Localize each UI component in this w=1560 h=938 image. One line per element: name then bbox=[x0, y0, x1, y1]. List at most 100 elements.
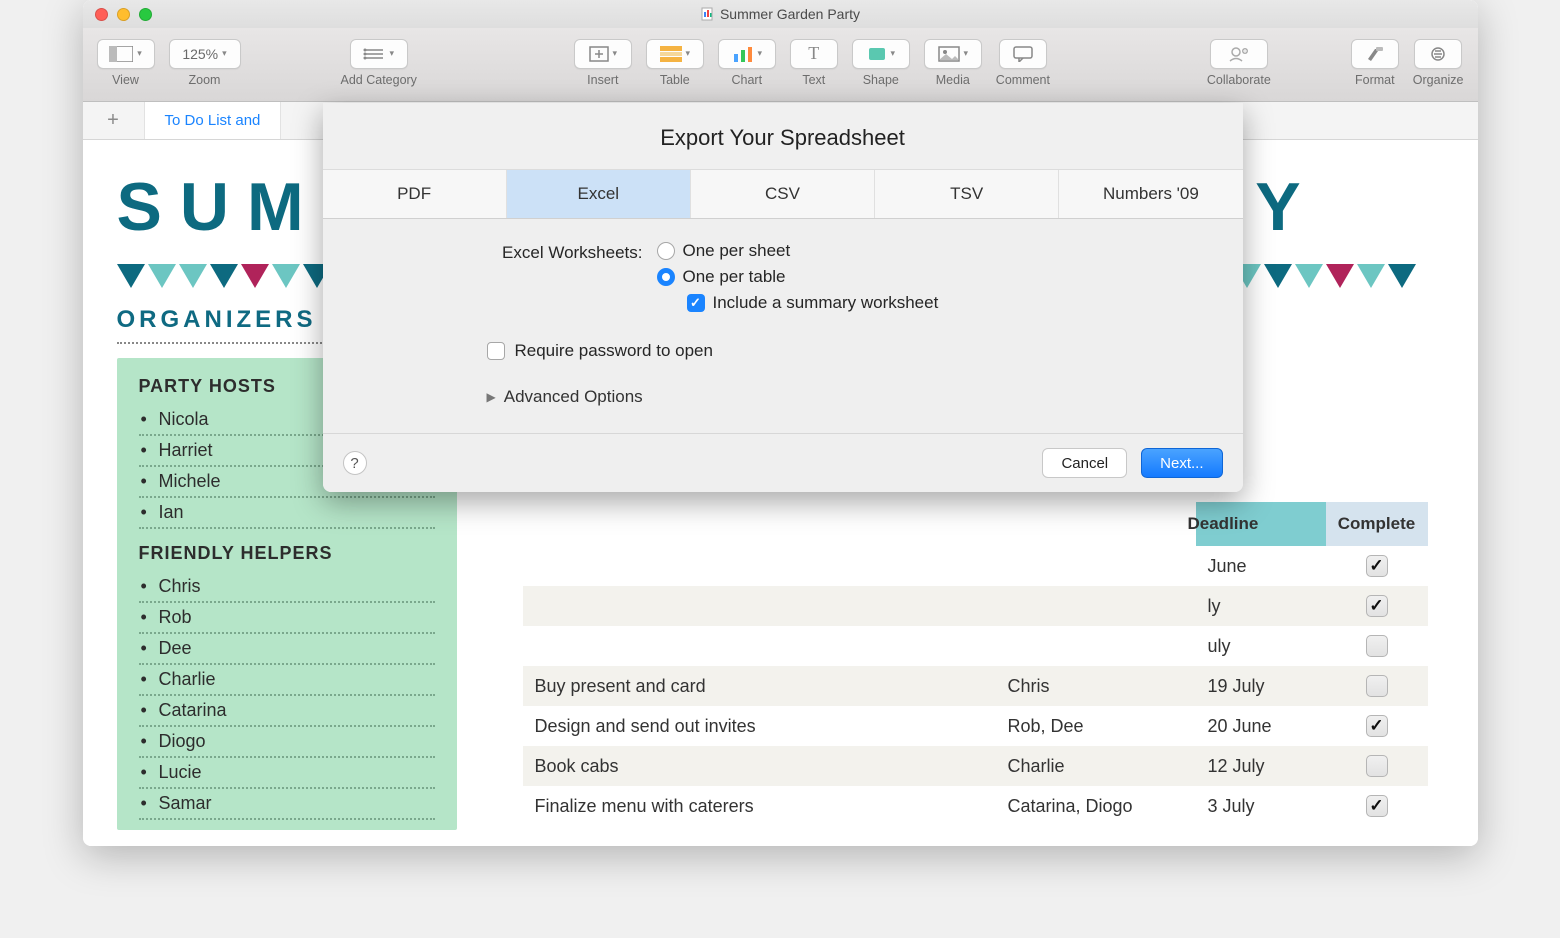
cell-task[interactable]: Book cabs bbox=[523, 756, 996, 777]
table-row[interactable]: Finalize menu with caterersCatarina, Dio… bbox=[523, 786, 1428, 826]
checkbox-icon[interactable] bbox=[1366, 675, 1388, 697]
doc-icon bbox=[700, 7, 714, 21]
cell-deadline[interactable]: 3 July bbox=[1196, 796, 1326, 817]
advanced-options-disclosure[interactable]: ▶ Advanced Options bbox=[357, 383, 1209, 425]
cell-complete[interactable] bbox=[1326, 595, 1428, 617]
export-tab-tsv[interactable]: TSV bbox=[875, 170, 1059, 218]
next-button[interactable]: Next... bbox=[1141, 448, 1222, 478]
cell-complete[interactable] bbox=[1326, 715, 1428, 737]
chevron-down-icon: ▾ bbox=[613, 48, 618, 59]
radio-one-per-sheet[interactable]: One per sheet bbox=[657, 241, 1209, 261]
list-item[interactable]: Charlie bbox=[139, 665, 435, 696]
flag-icon bbox=[1388, 264, 1416, 288]
insert-button[interactable]: ▾ bbox=[574, 39, 632, 69]
friendly-helpers-heading: FRIENDLY HELPERS bbox=[139, 543, 435, 564]
collaborate-button[interactable] bbox=[1210, 39, 1268, 69]
cell-who[interactable]: Rob, Dee bbox=[996, 716, 1196, 737]
checkbox-include-summary[interactable]: ✓ Include a summary worksheet bbox=[687, 293, 1209, 313]
cell-deadline[interactable]: uly bbox=[1196, 636, 1326, 657]
export-tab-pdf[interactable]: PDF bbox=[323, 170, 507, 218]
col-complete[interactable]: Complete bbox=[1326, 502, 1428, 546]
titlebar: Summer Garden Party bbox=[83, 0, 1478, 28]
add-sheet-button[interactable]: + bbox=[83, 102, 145, 139]
cell-task[interactable]: Finalize menu with caterers bbox=[523, 796, 996, 817]
format-button[interactable] bbox=[1351, 39, 1399, 69]
add-category-button[interactable]: ▾ bbox=[350, 39, 408, 69]
checkbox-icon bbox=[487, 342, 505, 360]
table-row[interactable]: ly bbox=[523, 586, 1428, 626]
cell-complete[interactable] bbox=[1326, 795, 1428, 817]
checkbox-icon[interactable] bbox=[1366, 555, 1388, 577]
checkbox-icon[interactable] bbox=[1366, 595, 1388, 617]
chevron-down-icon: ▾ bbox=[137, 48, 142, 59]
checkbox-icon[interactable] bbox=[1366, 795, 1388, 817]
help-button[interactable]: ? bbox=[343, 451, 367, 475]
cell-task[interactable]: Design and send out invites bbox=[523, 716, 996, 737]
list-item[interactable]: Rob bbox=[139, 603, 435, 634]
zoom-label: Zoom bbox=[189, 73, 221, 87]
cell-complete[interactable] bbox=[1326, 555, 1428, 577]
radio-icon bbox=[657, 242, 675, 260]
text-icon: T bbox=[808, 43, 819, 64]
list-item[interactable]: Dee bbox=[139, 634, 435, 665]
add-category-label: Add Category bbox=[341, 73, 417, 87]
cancel-button[interactable]: Cancel bbox=[1042, 448, 1127, 478]
toolbar: ▾ View 125% ▾ Zoom ▾ Add Category ▾ bbox=[83, 28, 1478, 102]
view-button[interactable]: ▾ bbox=[97, 39, 155, 69]
comment-button[interactable] bbox=[999, 39, 1047, 69]
export-tab-numbers-09[interactable]: Numbers '09 bbox=[1059, 170, 1242, 218]
table-row[interactable]: Buy present and cardChris19 July bbox=[523, 666, 1428, 706]
checkbox-icon[interactable] bbox=[1366, 635, 1388, 657]
list-item[interactable]: Diogo bbox=[139, 727, 435, 758]
cell-deadline[interactable]: 19 July bbox=[1196, 676, 1326, 697]
list-item[interactable]: Samar bbox=[139, 789, 435, 820]
organize-button[interactable] bbox=[1414, 39, 1462, 69]
media-button[interactable]: ▾ bbox=[924, 39, 982, 69]
export-dialog: Export Your Spreadsheet PDFExcelCSVTSVNu… bbox=[323, 103, 1243, 492]
shape-button[interactable]: ▾ bbox=[852, 39, 910, 69]
todo-table-header: To Do Who Deadline Complete bbox=[523, 502, 1428, 546]
cell-deadline[interactable]: June bbox=[1196, 556, 1326, 577]
cell-complete[interactable] bbox=[1326, 635, 1428, 657]
zoom-button[interactable]: 125% ▾ bbox=[169, 39, 241, 69]
cell-task[interactable]: Buy present and card bbox=[523, 676, 996, 697]
todo-table: To Do Who Deadline Complete Book venueJu… bbox=[523, 502, 1428, 826]
export-tab-csv[interactable]: CSV bbox=[691, 170, 875, 218]
table-row[interactable]: Design and send out invitesRob, Dee20 Ju… bbox=[523, 706, 1428, 746]
export-tab-excel[interactable]: Excel bbox=[507, 170, 691, 218]
table-row[interactable]: Book cabsCharlie12 July bbox=[523, 746, 1428, 786]
radio-one-per-table[interactable]: One per table bbox=[657, 267, 1209, 287]
cell-deadline[interactable]: 12 July bbox=[1196, 756, 1326, 777]
checkbox-require-password[interactable]: Require password to open bbox=[357, 341, 1209, 361]
cell-who[interactable]: Chris bbox=[996, 676, 1196, 697]
cell-deadline[interactable]: ly bbox=[1196, 596, 1326, 617]
checkbox-icon[interactable] bbox=[1366, 755, 1388, 777]
cell-who[interactable]: Catarina, Diogo bbox=[996, 796, 1196, 817]
col-deadline[interactable]: Deadline bbox=[1196, 502, 1326, 546]
window-title: Summer Garden Party bbox=[720, 6, 860, 22]
sheet-tab-1[interactable]: To Do List and bbox=[145, 102, 282, 139]
chevron-down-icon: ▾ bbox=[686, 48, 691, 59]
list-item[interactable]: Ian bbox=[139, 498, 435, 529]
chart-button[interactable]: ▾ bbox=[718, 39, 776, 69]
cell-deadline[interactable]: 20 June bbox=[1196, 716, 1326, 737]
list-item[interactable]: Catarina bbox=[139, 696, 435, 727]
list-item[interactable]: Lucie bbox=[139, 758, 435, 789]
cell-who[interactable]: Charlie bbox=[996, 756, 1196, 777]
table-row[interactable]: uly bbox=[523, 626, 1428, 666]
export-dialog-footer: ? Cancel Next... bbox=[323, 433, 1243, 492]
flag-icon bbox=[148, 264, 176, 288]
chevron-down-icon: ▾ bbox=[758, 48, 763, 59]
chevron-down-icon: ▾ bbox=[389, 48, 394, 59]
cell-complete[interactable] bbox=[1326, 755, 1428, 777]
list-item[interactable]: Chris bbox=[139, 572, 435, 603]
checkbox-icon[interactable] bbox=[1366, 715, 1388, 737]
cell-complete[interactable] bbox=[1326, 675, 1428, 697]
flag-icon bbox=[272, 264, 300, 288]
table-button[interactable]: ▾ bbox=[646, 39, 704, 69]
radio-label: One per sheet bbox=[683, 241, 791, 261]
table-row[interactable]: Book venueJune bbox=[523, 546, 1428, 586]
text-button[interactable]: T bbox=[790, 39, 838, 69]
comment-label: Comment bbox=[996, 73, 1050, 87]
table-label: Table bbox=[660, 73, 690, 87]
